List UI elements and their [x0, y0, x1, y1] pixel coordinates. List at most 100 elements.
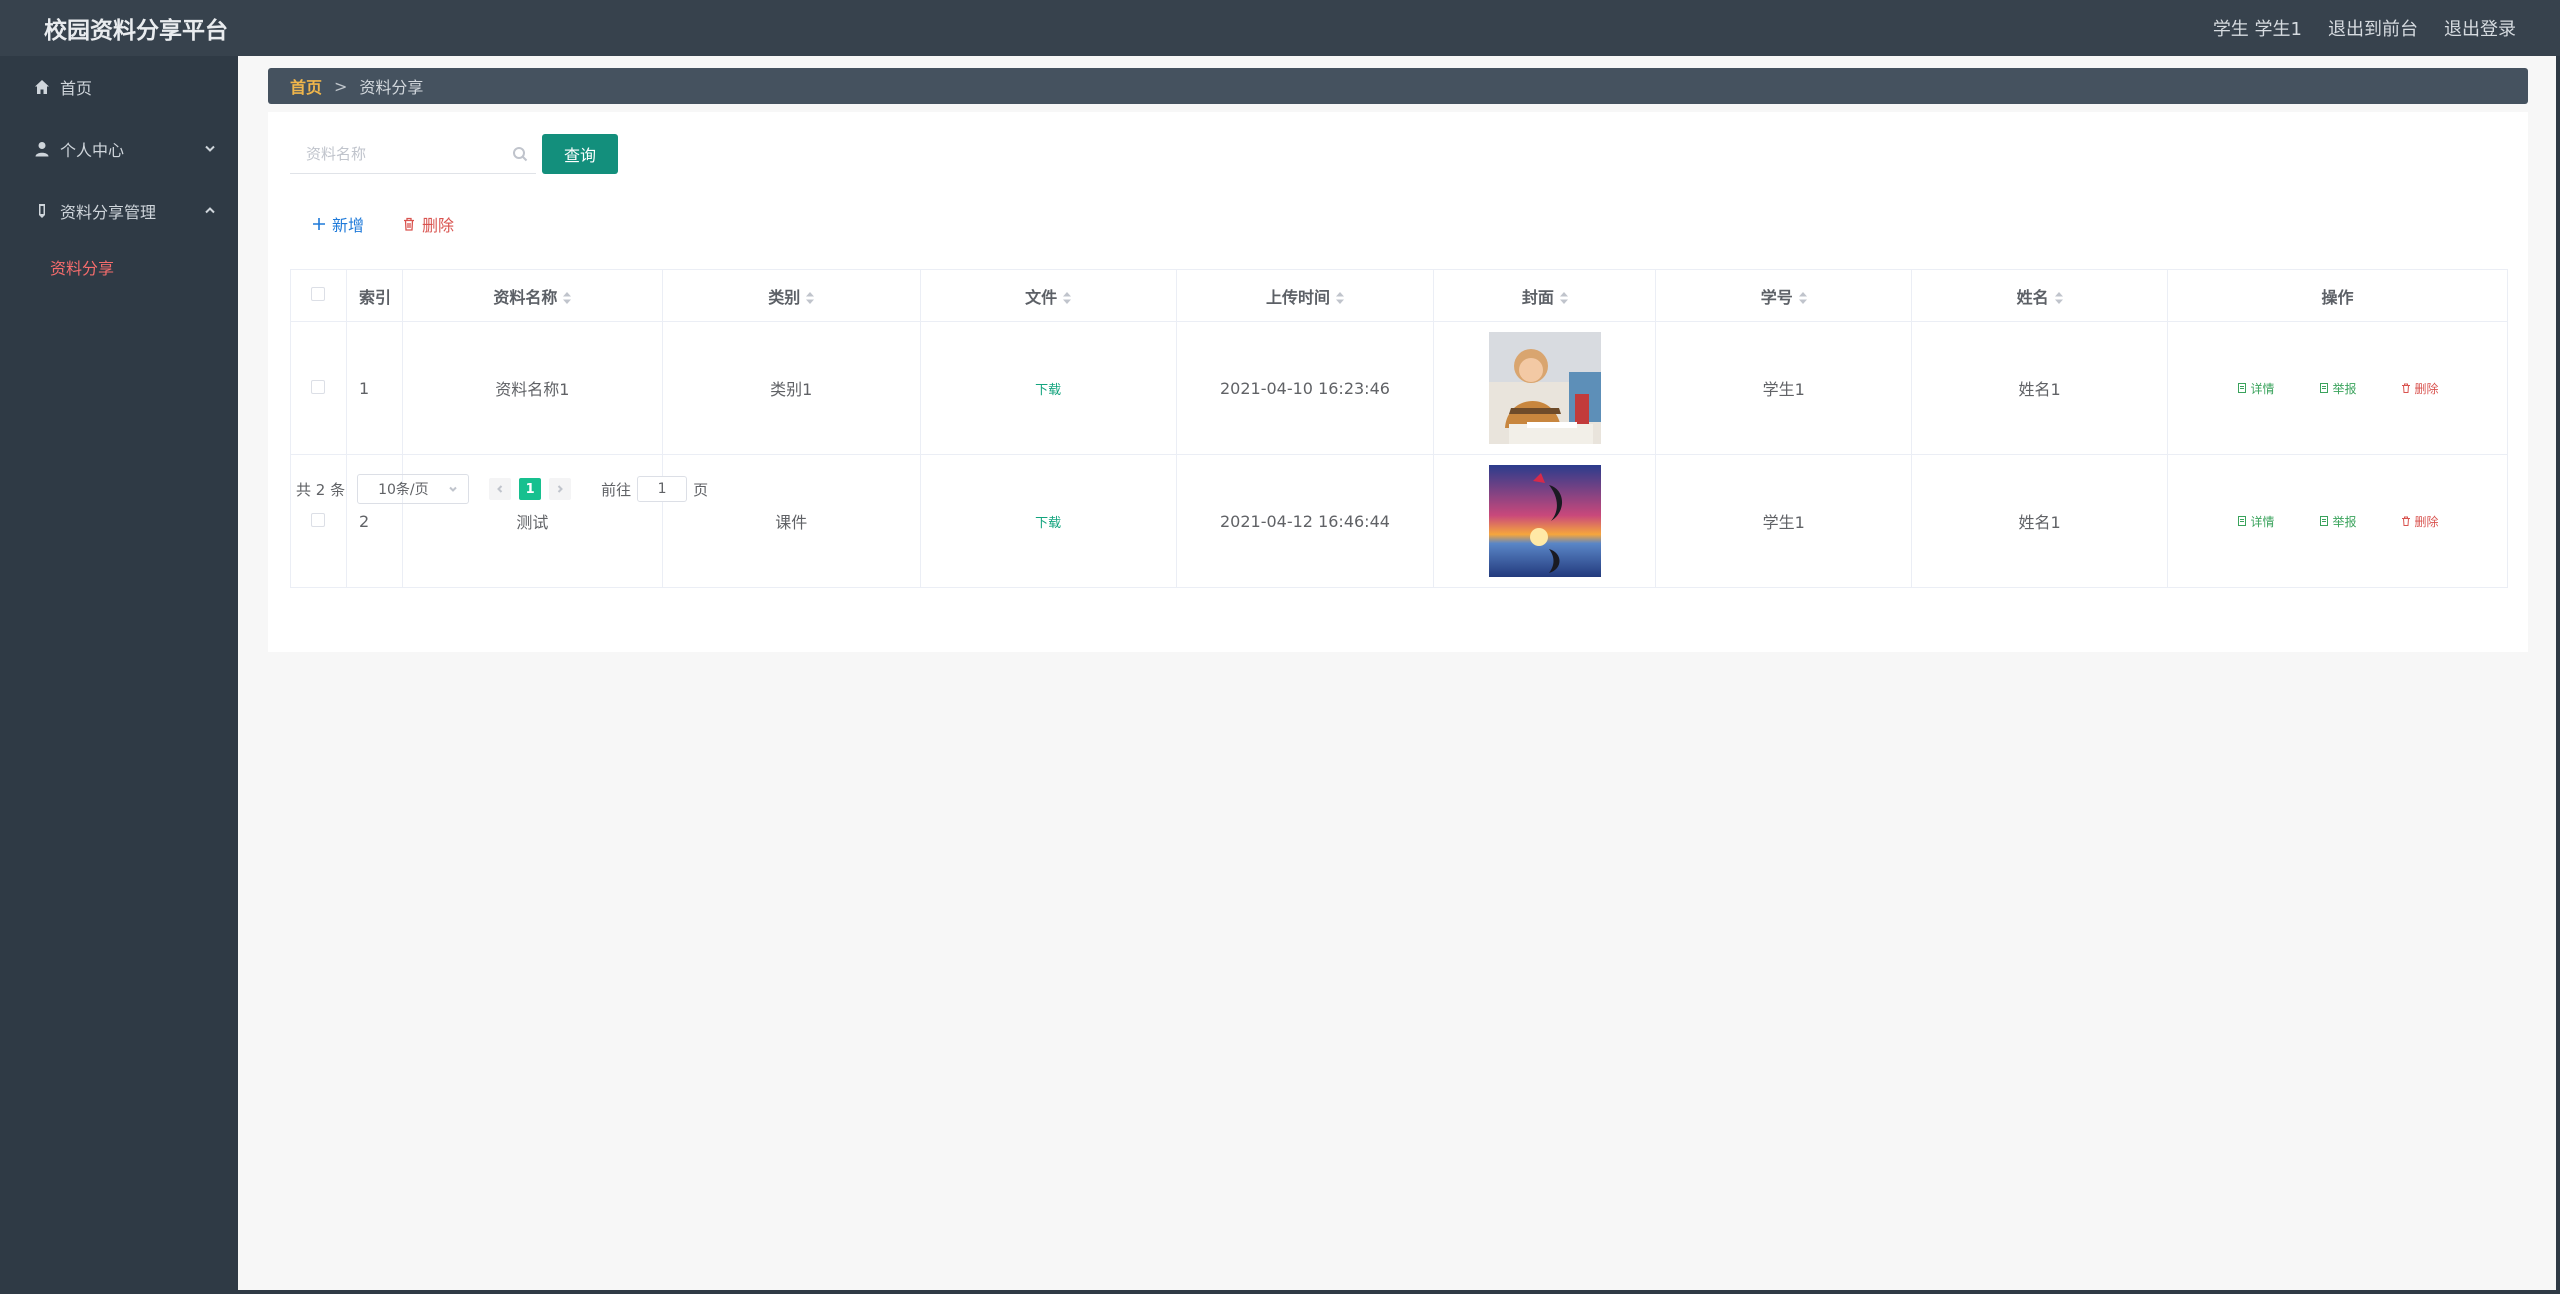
row-delete-button[interactable]: 删除: [2401, 513, 2439, 530]
cover-image[interactable]: [1488, 465, 1601, 577]
page-size-select[interactable]: 10条/页: [357, 474, 470, 504]
column-header-operations: 操作: [2167, 269, 2508, 322]
detail-button[interactable]: 详情: [2237, 380, 2275, 397]
current-user[interactable]: 学生 学生1: [2213, 15, 2302, 41]
column-header-category[interactable]: 类别: [662, 269, 921, 322]
chevron-down-icon: [204, 140, 216, 159]
column-header-label: 类别: [768, 287, 801, 307]
chevron-right-icon: [557, 485, 564, 493]
content-panel: 查询 新增 删除 索引 资料名称 类别 文件: [268, 112, 2528, 652]
column-header-label: 上传时间: [1265, 287, 1330, 307]
exit-to-front-link[interactable]: 退出到前台: [2328, 15, 2418, 41]
query-button[interactable]: 查询: [542, 134, 618, 174]
cell-student-no: 学生1: [1655, 321, 1913, 455]
breadcrumb-home-link[interactable]: 首页: [290, 74, 322, 98]
cell-student-name: 姓名1: [1911, 321, 2169, 455]
column-header-student-name[interactable]: 姓名: [1911, 269, 2169, 322]
cell-student-name: 姓名1: [1911, 454, 2169, 588]
document-icon: [2237, 383, 2246, 393]
trash-icon: [2401, 516, 2410, 526]
cell-category: 类别1: [662, 321, 921, 455]
row-checkbox[interactable]: [311, 379, 326, 394]
breadcrumb: 首页 > 资料分享: [268, 68, 2528, 104]
share-icon: [39, 204, 45, 218]
cell-upload-time: 2021-04-10 16:23:46: [1176, 321, 1435, 455]
table-row: 1 资料名称1 类别1 下载 2021-04-10 16:23:46 学生1 姓…: [290, 321, 2508, 455]
sort-icon: [563, 289, 572, 308]
trash-icon: [2401, 383, 2410, 393]
sidebar-item-label: 个人中心: [60, 141, 125, 160]
breadcrumb-current: 资料分享: [359, 78, 424, 97]
goto-prefix: 前往: [601, 480, 632, 499]
report-button[interactable]: 举报: [2319, 380, 2357, 397]
sidebar-item-personal-center[interactable]: 个人中心: [4, 118, 238, 180]
remove-label: 删除: [2414, 514, 2439, 529]
sort-icon: [806, 289, 815, 308]
page-size-value: 10条/页: [378, 482, 429, 498]
sidebar-subitem-share[interactable]: 资料分享: [4, 242, 238, 292]
cell-operations: 详情 举报 删除: [2167, 454, 2508, 588]
row-delete-button[interactable]: 删除: [2401, 380, 2439, 397]
column-header-label: 封面: [1521, 287, 1554, 307]
top-header: 校园资料分享平台 学生 学生1 退出到前台 退出登录: [0, 0, 2560, 56]
download-link[interactable]: 下载: [1035, 516, 1061, 531]
cell-name: 资料名称1: [402, 321, 663, 455]
sidebar-item-label: 资料分享管理: [60, 203, 157, 222]
row-operations: 详情 举报 删除: [2168, 380, 2507, 397]
top-links: 学生 学生1 退出到前台 退出登录: [2213, 15, 2516, 41]
goto-page-input[interactable]: [637, 476, 688, 502]
page-number-current[interactable]: 1: [519, 478, 542, 500]
chevron-down-icon: [449, 486, 457, 492]
sort-icon: [1798, 289, 1807, 308]
main-content: 首页 > 资料分享 查询 新增 删除: [238, 56, 2556, 1290]
search-icon: [512, 146, 528, 162]
cell-cover: [1433, 321, 1657, 455]
column-header-student-no[interactable]: 学号: [1655, 269, 1913, 322]
batch-delete-button[interactable]: 删除: [402, 212, 454, 236]
detail-label: 详情: [2250, 381, 2275, 396]
column-header-name[interactable]: 资料名称: [402, 269, 663, 322]
search-input[interactable]: [290, 134, 536, 173]
remove-label: 删除: [2414, 381, 2439, 396]
add-button[interactable]: 新增: [312, 212, 364, 236]
action-row: 新增 删除: [312, 212, 454, 236]
search-field: [290, 134, 536, 174]
sidebar-item-home[interactable]: 首页: [4, 56, 238, 118]
column-header-label: 文件: [1025, 287, 1058, 307]
cover-image[interactable]: [1488, 332, 1601, 444]
select-all-checkbox[interactable]: [311, 287, 326, 301]
total-count: 共 2 条: [296, 480, 346, 499]
next-page-button[interactable]: [549, 478, 572, 500]
download-link[interactable]: 下载: [1035, 383, 1061, 398]
report-button[interactable]: 举报: [2319, 513, 2357, 530]
select-all-cell: [290, 269, 347, 322]
detail-button[interactable]: 详情: [2237, 513, 2275, 530]
document-icon: [2237, 516, 2246, 526]
document-icon: [2319, 516, 2328, 526]
table-header-row: 索引 资料名称 类别 文件 上传时间 封面 学号 姓名 操作: [290, 269, 2508, 322]
sidebar-item-share-management[interactable]: 资料分享管理: [4, 180, 238, 242]
home-icon: [35, 80, 49, 94]
app-title: 校园资料分享平台: [44, 18, 228, 44]
column-header-upload-time[interactable]: 上传时间: [1176, 269, 1435, 322]
column-header-cover[interactable]: 封面: [1433, 269, 1657, 322]
search-row: 查询: [290, 134, 618, 174]
document-icon: [2319, 383, 2328, 393]
trash-icon: [404, 217, 415, 231]
breadcrumb-separator: >: [334, 76, 348, 96]
sidebar: 首页 个人中心 资料分享管理 资料分享: [4, 56, 238, 1290]
user-icon: [35, 142, 49, 157]
column-header-label: 学号: [1760, 287, 1793, 307]
chevron-up-icon: [204, 202, 216, 221]
cell-index: 1: [346, 321, 403, 455]
row-checkbox[interactable]: [311, 512, 326, 527]
prev-page-button[interactable]: [489, 478, 512, 500]
report-label: 举报: [2332, 514, 2357, 529]
column-header-file[interactable]: 文件: [920, 269, 1177, 322]
sort-icon: [1335, 289, 1344, 308]
logout-link[interactable]: 退出登录: [2444, 15, 2516, 41]
plus-icon: [313, 218, 325, 230]
goto-suffix: 页: [693, 480, 709, 499]
sort-icon: [2054, 289, 2063, 308]
cell-operations: 详情 举报 删除: [2167, 321, 2508, 455]
